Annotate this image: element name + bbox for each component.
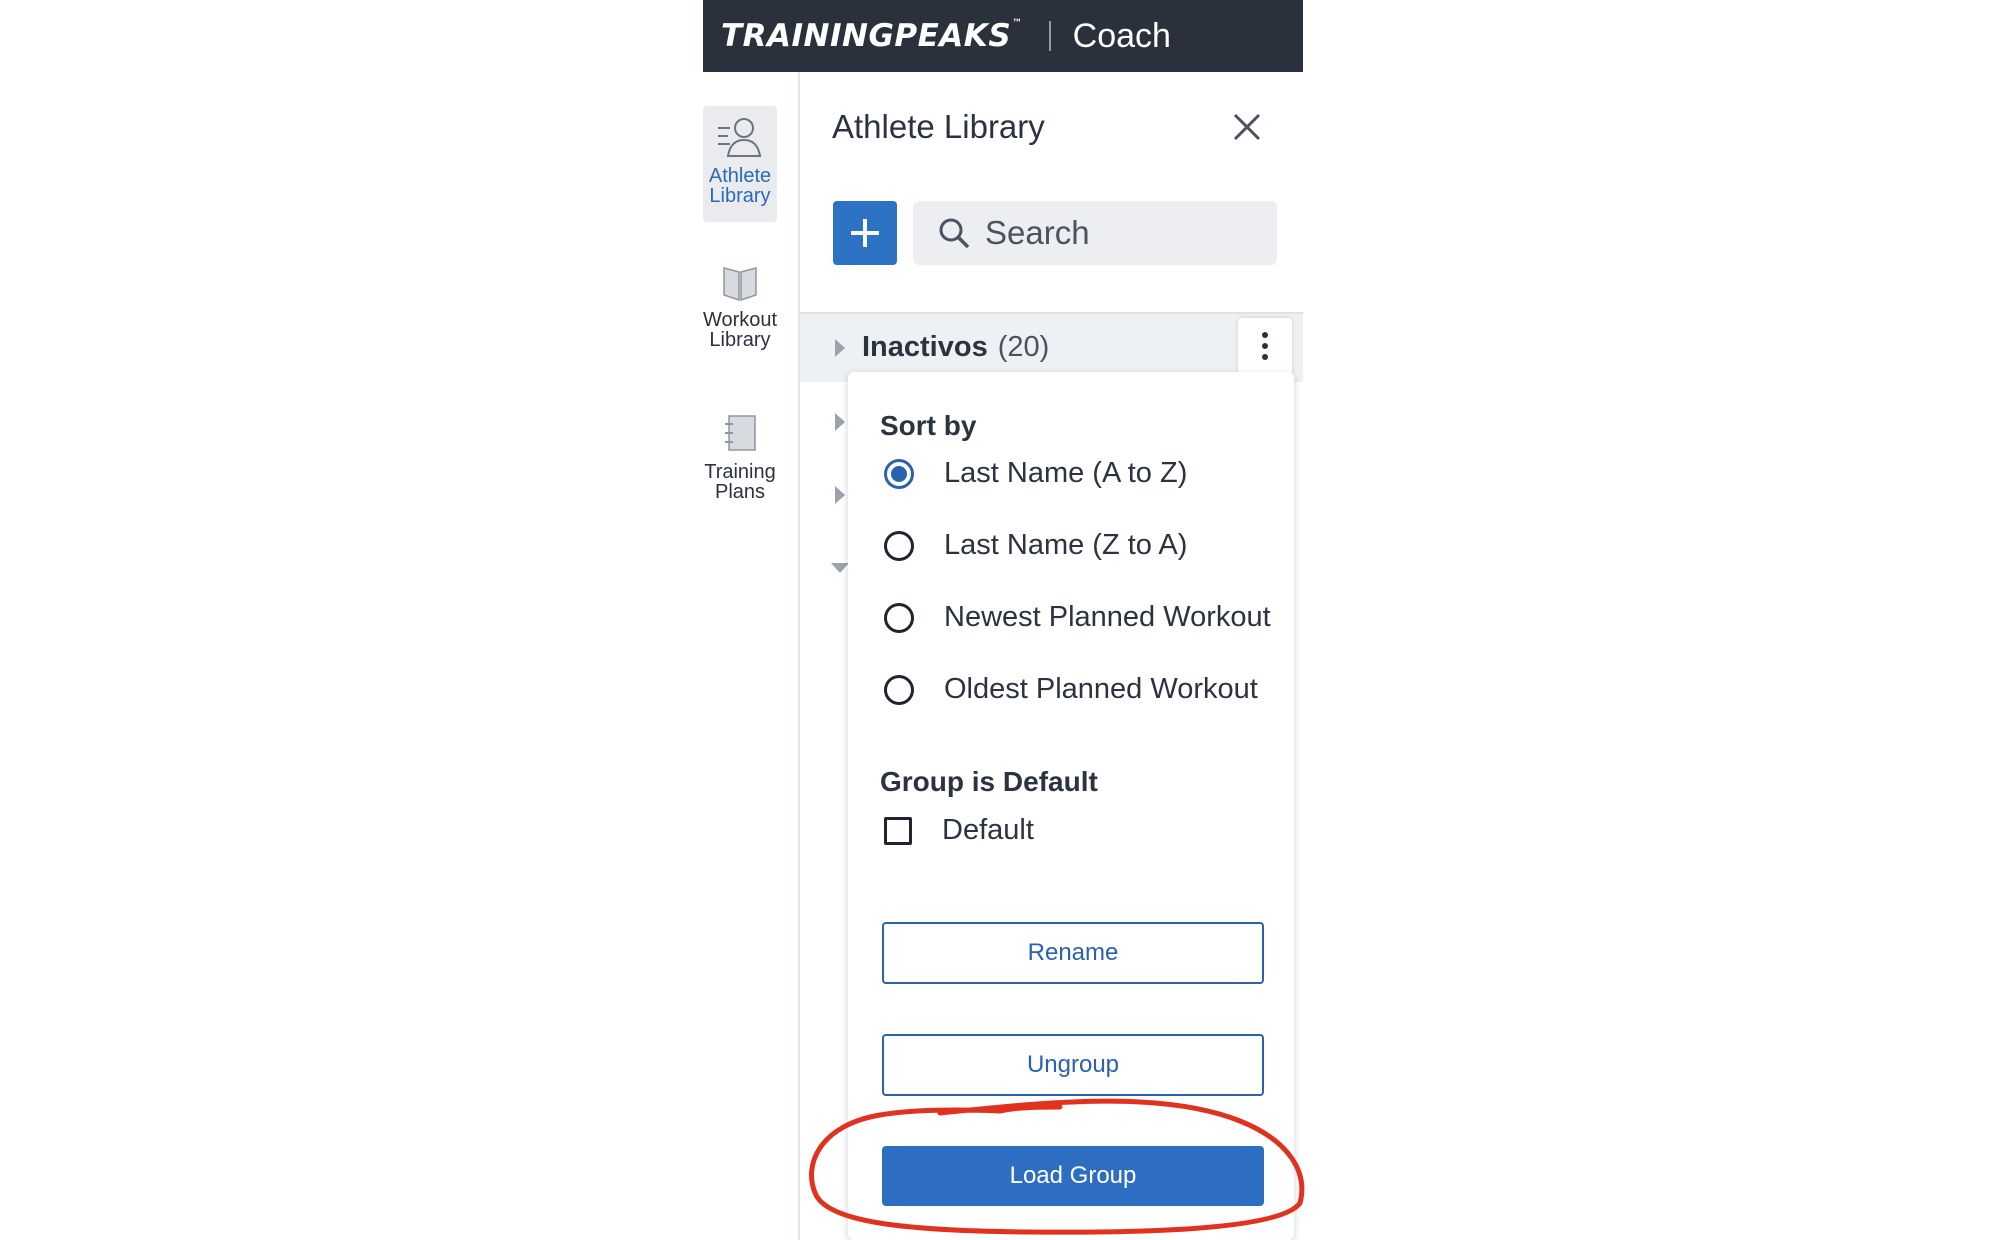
radio-icon[interactable] <box>884 530 914 561</box>
rail-item-athlete-library[interactable]: Athlete Library <box>703 106 777 222</box>
group-default-heading: Group is Default <box>880 766 1098 797</box>
notebook-icon <box>725 415 756 451</box>
search-input[interactable] <box>983 213 1257 253</box>
search-box[interactable] <box>913 201 1277 265</box>
expand-caret-icon[interactable] <box>835 339 845 357</box>
book-icon <box>723 267 757 302</box>
sort-option-oldest-workout[interactable]: Oldest Planned Workout <box>884 673 1258 706</box>
default-checkbox-row[interactable]: Default <box>884 814 1034 847</box>
sort-option-label: Newest Planned Workout <box>944 601 1271 633</box>
default-checkbox[interactable] <box>884 816 912 845</box>
rail-label-line2: Library <box>709 185 771 207</box>
sort-option-label: Oldest Planned Workout <box>944 673 1258 705</box>
athlete-library-icon <box>718 118 762 157</box>
load-group-button[interactable]: Load Group <box>882 1146 1264 1206</box>
top-header: TRAININGPEAKS™ Coach <box>703 0 1303 72</box>
sort-option-newest-workout[interactable]: Newest Planned Workout <box>884 601 1271 634</box>
sort-option-last-name-desc[interactable]: Last Name (Z to A) <box>884 529 1187 562</box>
add-button[interactable] <box>833 201 897 265</box>
trademark-symbol: ™ <box>1012 18 1023 29</box>
expand-caret-icon[interactable] <box>835 486 845 504</box>
rail-item-training-plans[interactable]: Training Plans <box>703 412 777 522</box>
more-options-button[interactable] <box>1238 318 1292 374</box>
rail-label-line2: Plans <box>714 481 766 503</box>
group-name-text: Inactivos <box>862 331 988 363</box>
kebab-dot <box>1262 332 1268 338</box>
collapse-caret-icon[interactable] <box>831 563 849 573</box>
group-count: (20) <box>997 331 1050 363</box>
logo-text: TRAININGPEAKS <box>721 18 1012 54</box>
rail-label-line1: Athlete <box>708 165 772 187</box>
kebab-dot <box>1262 343 1268 349</box>
rail-divider <box>798 72 800 1240</box>
close-button[interactable] <box>1232 112 1262 142</box>
sort-option-label: Last Name (A to Z) <box>944 457 1188 489</box>
radio-icon[interactable] <box>884 674 914 705</box>
close-icon <box>1233 113 1261 141</box>
radio-icon[interactable] <box>884 602 914 633</box>
trainingpeaks-logo[interactable]: TRAININGPEAKS™ <box>721 18 1023 54</box>
panel-title: Athlete Library <box>832 108 1045 145</box>
plus-icon <box>851 219 879 247</box>
sort-by-heading: Sort by <box>880 410 977 441</box>
group-name: Inactivos (20) <box>862 331 1049 364</box>
sort-option-label: Last Name (Z to A) <box>944 529 1188 561</box>
rename-button[interactable]: Rename <box>882 922 1264 984</box>
kebab-dot <box>1262 354 1268 360</box>
group-options-menu: Sort by Last Name (A to Z) Last Name (Z … <box>848 372 1294 1240</box>
sort-option-last-name-asc[interactable]: Last Name (A to Z) <box>884 457 1187 490</box>
default-label: Default <box>942 814 1034 846</box>
ungroup-button[interactable]: Ungroup <box>882 1034 1264 1096</box>
search-icon <box>939 218 970 249</box>
radio-checked-icon[interactable] <box>884 458 914 489</box>
app-name: Coach <box>1072 16 1171 55</box>
rail-item-workout-library[interactable]: Workout Library <box>703 262 777 372</box>
rail-label-line1: Training <box>704 461 776 483</box>
header-divider <box>1048 21 1051 51</box>
rail-label-line1: Workout <box>702 309 778 331</box>
rail-label-line2: Library <box>709 329 771 351</box>
expand-caret-icon[interactable] <box>835 413 845 431</box>
